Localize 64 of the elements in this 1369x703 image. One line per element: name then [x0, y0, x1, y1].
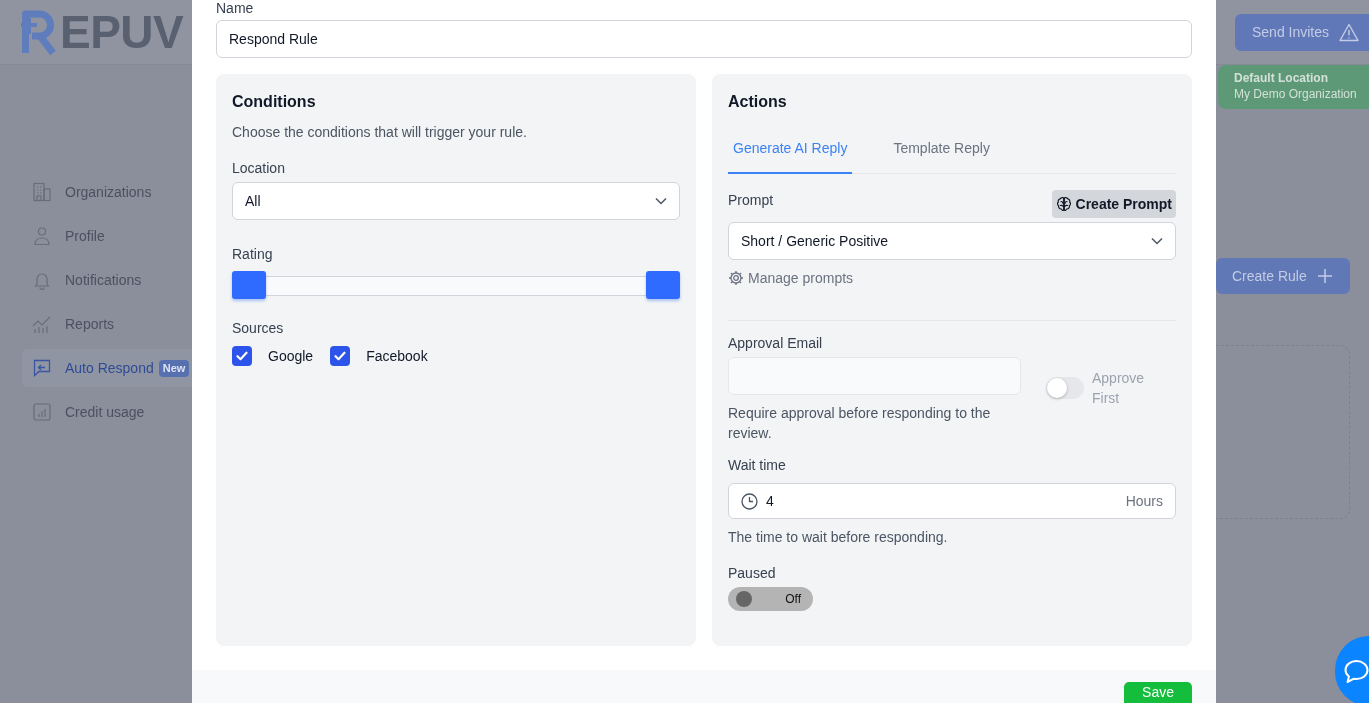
slider-thumb[interactable]: [232, 271, 266, 299]
organization-name: My Demo Organization: [1234, 86, 1357, 102]
sidebar-item[interactable]: Auto Respond New: [22, 349, 192, 387]
save-button[interactable]: Save: [1124, 682, 1192, 703]
panel-title: Conditions: [232, 92, 316, 112]
approve-first-toggle[interactable]: [1046, 377, 1084, 399]
create-prompt-button[interactable]: Create Prompt: [1051, 190, 1176, 218]
sidebar-item[interactable]: Notifications: [22, 261, 192, 299]
create-rule-button[interactable]: Create Rule: [1216, 258, 1350, 294]
sidebar-item[interactable]: Reports: [22, 305, 192, 343]
sidebar-item[interactable]: Credit usage: [22, 393, 192, 431]
location-select[interactable]: All: [232, 182, 680, 220]
field-label: Approval Email: [728, 334, 823, 353]
plus-icon: [1316, 268, 1333, 284]
slider-thumb[interactable]: [646, 271, 680, 299]
sidebar-item[interactable]: Profile: [22, 217, 192, 255]
checkbox-label[interactable]: Facebook: [366, 346, 428, 366]
clock-icon: [741, 492, 758, 510]
manage-prompts-link[interactable]: Manage prompts: [728, 268, 854, 288]
location-title: Default Location: [1234, 70, 1328, 86]
toggle-label: Approve First: [1092, 369, 1146, 408]
wait-time-input[interactable]: 4 Hours: [728, 483, 1176, 519]
line-chart-icon: [32, 314, 52, 334]
tab[interactable]: Generate AI Reply: [728, 122, 853, 174]
chat-bubble-icon: [1344, 658, 1369, 684]
location-card[interactable]: Default Location My Demo Organization: [1218, 65, 1369, 109]
checkbox[interactable]: [330, 346, 351, 366]
checkbox-label[interactable]: Google: [268, 346, 314, 366]
logo-icon: [20, 8, 58, 56]
panel-title: Actions: [728, 92, 787, 112]
message-reply-icon: [32, 358, 52, 378]
field-label: Location: [232, 159, 285, 178]
sidebar-item[interactable]: Organizations: [22, 173, 192, 211]
field-label: Rating: [232, 245, 273, 264]
gear-icon: [728, 270, 744, 286]
field-label: Paused: [728, 564, 776, 583]
field-label: Wait time: [728, 456, 786, 475]
bell-icon: [32, 270, 52, 290]
field-label: Prompt: [728, 191, 774, 210]
chevron-down-icon: [655, 197, 667, 205]
paused-toggle[interactable]: Off: [728, 587, 813, 611]
warning-icon: [1339, 22, 1360, 42]
tab[interactable]: Template Reply: [888, 122, 995, 174]
check-icon: [334, 351, 347, 361]
label-badge: New: [158, 359, 190, 377]
chevron-down-icon: [1151, 237, 1163, 245]
brain-icon: [1055, 196, 1072, 212]
bar-chart-icon: [32, 402, 52, 422]
chat-button[interactable]: [1335, 636, 1369, 703]
panel-description: Choose the conditions that will trigger your rule.: [232, 123, 527, 142]
building-icon: [32, 182, 52, 202]
name-input[interactable]: Respond Rule: [216, 20, 1192, 58]
prompt-select[interactable]: Short / Generic Positive: [728, 222, 1176, 260]
unit-label: Hours: [1125, 493, 1163, 509]
checkbox[interactable]: [232, 346, 252, 366]
help-text: Require approval before responding to the review.: [728, 404, 992, 443]
field-label: Name: [216, 0, 254, 16]
check-icon: [236, 351, 248, 361]
send-invites-button[interactable]: Send Invites: [1235, 13, 1369, 51]
rating-range-slider[interactable]: [232, 271, 680, 299]
person-icon: [32, 226, 52, 246]
help-text: The time to wait before responding.: [728, 528, 949, 547]
field-label: Sources: [232, 319, 284, 338]
wait-time-value: 4: [766, 493, 775, 509]
